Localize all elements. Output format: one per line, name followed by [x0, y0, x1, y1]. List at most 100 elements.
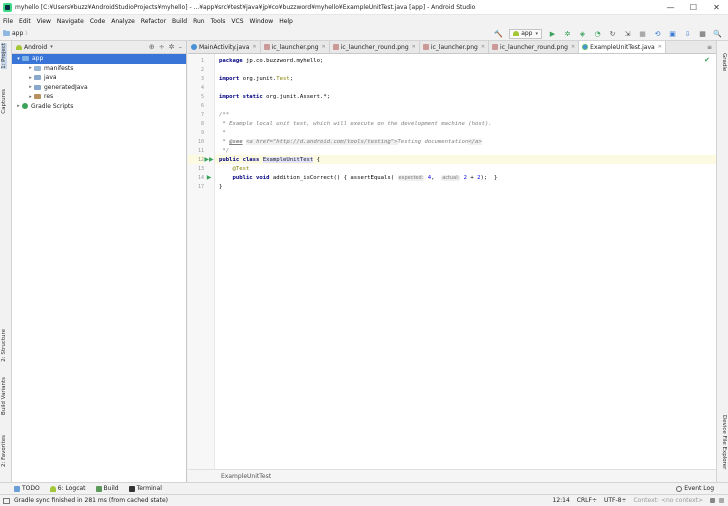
menu-tools[interactable]: Tools: [211, 18, 226, 25]
tree-item-generatedjava[interactable]: ▸ generatedJava: [12, 83, 186, 93]
stripe-tab-project[interactable]: 1: Project: [1, 43, 7, 69]
chevron-right-icon[interactable]: ▸: [15, 103, 22, 109]
hide-panel-icon[interactable]: –: [179, 43, 183, 51]
code-line[interactable]: */: [215, 146, 716, 155]
line-number[interactable]: 1: [188, 56, 204, 65]
code-line[interactable]: }: [215, 182, 716, 191]
menu-navigate[interactable]: Navigate: [57, 18, 84, 25]
close-tab-icon[interactable]: ✕: [481, 44, 485, 50]
coverage-icon[interactable]: ◈: [578, 29, 587, 38]
collapse-all-icon[interactable]: ÷: [159, 43, 165, 51]
tool-window-toggle-icon[interactable]: [3, 497, 10, 504]
code-line[interactable]: public void addition_isCorrect() { asser…: [215, 173, 716, 182]
tool-tab-todo[interactable]: TODO: [14, 485, 40, 492]
editor-tab-mainactivity-java-0[interactable]: MainActivity.java ✕: [188, 41, 261, 53]
maximize-button[interactable]: ☐: [682, 0, 705, 15]
code-editor[interactable]: 1 2 3 4 5 6 7 8 9 10 11 12 ▶▶ 13 14 ▶ 17 package jp.co.b…: [188, 54, 716, 469]
sync-gradle-icon[interactable]: ⟲: [653, 29, 662, 38]
chevron-right-icon[interactable]: ▸: [27, 94, 34, 100]
code-line[interactable]: * @see <a href="http://d.android.com/too…: [215, 137, 716, 146]
chevron-right-icon[interactable]: ▸: [27, 65, 34, 71]
menu-edit[interactable]: Edit: [19, 18, 31, 25]
lock-icon[interactable]: [710, 498, 715, 503]
menu-analyze[interactable]: Analyze: [111, 18, 135, 25]
run-icon[interactable]: ▶: [548, 29, 557, 38]
run-test-icon[interactable]: ▶▶: [204, 155, 213, 164]
close-tab-icon[interactable]: ✕: [322, 44, 326, 50]
stripe-tab-favorites[interactable]: 2: Favorites: [1, 435, 7, 467]
chevron-down-icon[interactable]: ▾: [50, 44, 53, 50]
code-line[interactable]: import static org.junit.Assert.*;: [215, 92, 716, 101]
tool-tab-term[interactable]: Terminal: [128, 485, 162, 492]
editor-tab-ic-launcher-png-1[interactable]: ic_launcher.png ✕: [261, 41, 330, 53]
line-number[interactable]: 12: [188, 155, 204, 164]
debug-icon[interactable]: ✲: [563, 29, 572, 38]
run-test-icon[interactable]: ▶: [205, 173, 213, 182]
line-number[interactable]: 5: [188, 92, 204, 101]
code-line[interactable]: package jp.co.buzzword.myhello;: [215, 56, 716, 65]
line-number[interactable]: 6: [188, 101, 204, 110]
tool-tab-build[interactable]: Build: [95, 485, 119, 492]
chevron-right-icon[interactable]: ▸: [27, 75, 34, 81]
menu-code[interactable]: Code: [90, 18, 105, 25]
caret-position[interactable]: 12:14: [553, 497, 570, 504]
event-log-button[interactable]: Event Log: [676, 485, 714, 492]
line-number[interactable]: 4: [188, 83, 204, 92]
editor-tab-exampleunittest-java-5[interactable]: ExampleUnitTest.java ✕: [579, 41, 666, 53]
line-number[interactable]: 14: [188, 173, 204, 182]
stripe-tab-gradle[interactable]: Gradle: [721, 53, 727, 71]
tree-item-app[interactable]: ▾ app: [12, 54, 186, 64]
attach-debugger-icon[interactable]: ⇲: [623, 29, 632, 38]
chevron-right-icon[interactable]: ▸: [27, 84, 34, 90]
line-number[interactable]: 17: [188, 182, 204, 191]
line-number[interactable]: 2: [188, 65, 204, 74]
tab-overflow-icon[interactable]: ≡: [703, 41, 716, 53]
line-number[interactable]: 10: [188, 137, 204, 146]
make-project-hammer-icon[interactable]: 🔨: [494, 29, 503, 38]
line-number[interactable]: 8: [188, 119, 204, 128]
stripe-tab-captures[interactable]: Captures: [1, 89, 7, 114]
menu-vcs[interactable]: VCS: [231, 18, 243, 25]
code-line[interactable]: *: [215, 128, 716, 137]
line-number[interactable]: 13: [188, 164, 204, 173]
stop-icon[interactable]: ■: [638, 29, 647, 38]
code-line[interactable]: * Example local unit test, which will ex…: [215, 119, 716, 128]
code-line[interactable]: [215, 101, 716, 110]
tree-item-gradle-scripts[interactable]: ▸ Gradle Scripts: [12, 102, 186, 112]
editor-tab-ic-launcher-png-3[interactable]: ic_launcher.png ✕: [420, 41, 490, 53]
code-line[interactable]: import org.junit. Test;: [215, 74, 716, 83]
code-line[interactable]: [215, 65, 716, 74]
stripe-tab-structure[interactable]: 2: Structure: [1, 329, 7, 362]
tree-item-manifests[interactable]: ▸ manifests: [12, 64, 186, 74]
apply-changes-icon[interactable]: ↻: [608, 29, 617, 38]
editor-breadcrumb[interactable]: ExampleUnitTest: [188, 469, 716, 482]
menu-help[interactable]: Help: [279, 18, 293, 25]
project-view-selector[interactable]: Android: [24, 44, 47, 51]
menu-window[interactable]: Window: [250, 18, 274, 25]
tree-item-java[interactable]: ▸ java: [12, 73, 186, 83]
stripe-tab-device-file-explorer[interactable]: Device File Explorer: [721, 415, 727, 469]
line-separator[interactable]: CRLF÷: [577, 497, 597, 504]
menu-run[interactable]: Run: [193, 18, 205, 25]
editor-tab-ic-launcher-round-png-4[interactable]: ic_launcher_round.png ✕: [489, 41, 580, 53]
code-line[interactable]: @Test: [215, 164, 716, 173]
editor-tab-ic-launcher-round-png-2[interactable]: ic_launcher_round.png ✕: [330, 41, 420, 53]
tool-tab-logcat[interactable]: 6: Logcat: [49, 485, 86, 492]
file-encoding[interactable]: UTF-8÷: [604, 497, 627, 504]
menu-build[interactable]: Build: [172, 18, 187, 25]
locate-file-icon[interactable]: ⊕: [149, 43, 155, 51]
line-number[interactable]: 3: [188, 74, 204, 83]
inspection-ok-icon[interactable]: ✔: [704, 56, 710, 64]
code-line[interactable]: /**: [215, 110, 716, 119]
minimize-button[interactable]: —: [659, 0, 682, 15]
line-number[interactable]: 7: [188, 110, 204, 119]
project-structure-icon[interactable]: ▦: [698, 29, 707, 38]
close-tab-icon[interactable]: ✕: [252, 44, 256, 50]
code-line[interactable]: public class ExampleUnitTest {: [215, 155, 716, 164]
menu-view[interactable]: View: [37, 18, 51, 25]
menu-file[interactable]: File: [3, 18, 13, 25]
search-icon[interactable]: 🔍: [713, 29, 722, 38]
tree-item-res[interactable]: ▸ res: [12, 92, 186, 102]
status-message[interactable]: Gradle sync finished in 281 ms (from cac…: [14, 497, 553, 504]
code-area[interactable]: package jp.co.buzzword.myhello; import or…: [215, 54, 716, 469]
